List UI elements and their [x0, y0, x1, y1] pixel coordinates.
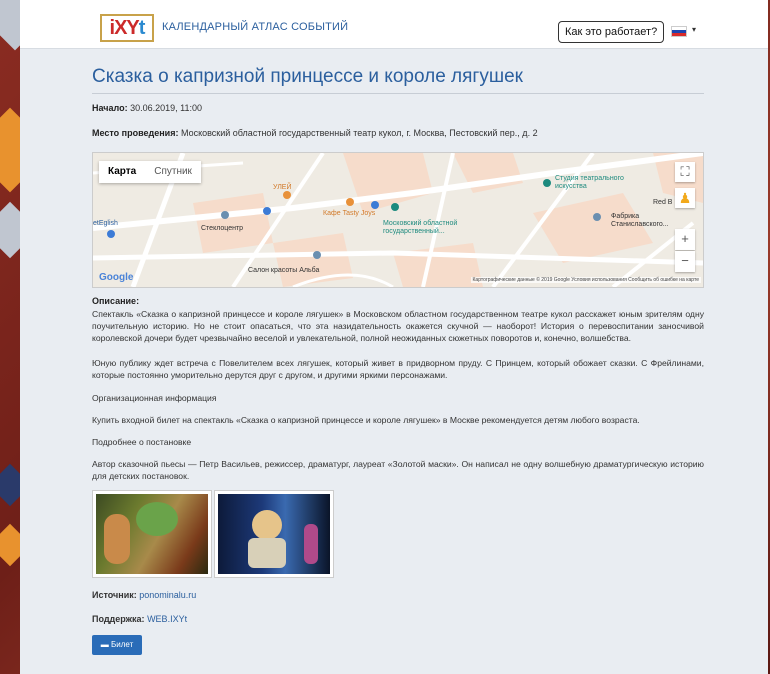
page-container: iXYt КАЛЕНДАРНЫЙ АТЛАС СОБЫТИЙ Как это р… — [20, 0, 768, 674]
ticket-button[interactable]: ▬ Билет — [92, 635, 142, 655]
photo-frog-king — [96, 494, 208, 574]
chevron-down-icon[interactable]: ▾ — [692, 25, 696, 34]
description-paragraph: Подробнее о постановке — [92, 437, 192, 447]
description-paragraph: Юную публику ждет встреча с Повелителем … — [92, 358, 704, 380]
description-paragraph: Организационная информация — [92, 393, 217, 403]
map-pin-icon[interactable] — [107, 230, 115, 238]
how-it-works-button[interactable]: Как это работает? — [558, 21, 665, 43]
map-pin-icon[interactable] — [543, 179, 551, 187]
support-label: Поддержка: — [92, 614, 145, 624]
map-pin-icon[interactable] — [391, 203, 399, 211]
map-label-english: etEglish — [93, 220, 118, 227]
logo-text: iXY — [109, 17, 140, 39]
map-type-tabs: Карта Спутник — [99, 161, 201, 183]
map-pin-icon[interactable] — [346, 198, 354, 206]
description-paragraph: Автор сказочной пьесы — Петр Васильев, р… — [92, 459, 704, 481]
description-paragraph: Спектакль «Сказка о капризной принцессе … — [92, 309, 704, 343]
site-header: iXYt КАЛЕНДАРНЫЙ АТЛАС СОБЫТИЙ Как это р… — [20, 0, 768, 49]
zoom-out-button[interactable]: − — [675, 251, 695, 272]
map-attribution[interactable]: Картографические данные © 2019 Google Ус… — [470, 277, 701, 283]
logo-text-suffix: t — [138, 17, 146, 39]
description-paragraph: Купить входной билет на спектакль «Сказк… — [92, 415, 640, 425]
map-label-cafe: Кафе Tasty Joys — [323, 210, 376, 217]
fullscreen-icon[interactable]: ⛶ — [675, 162, 695, 182]
map-label-uley: УЛЕЙ — [273, 184, 292, 191]
site-logo[interactable]: iXYt — [100, 14, 154, 42]
source-label: Источник: — [92, 590, 137, 600]
zoom-in-button[interactable]: + — [675, 229, 695, 250]
support-link[interactable]: WEB.IXYt — [147, 614, 187, 624]
venue-value: Московский областной государственный теа… — [180, 128, 538, 138]
source-row: Источник: ponominalu.ru — [92, 590, 196, 600]
description-heading: Описание: — [92, 296, 140, 306]
map-pin-icon[interactable] — [593, 213, 601, 221]
site-title[interactable]: КАЛЕНДАРНЫЙ АТЛАС СОБЫТИЙ — [162, 21, 348, 33]
event-venue: Место проведения: Московский областной г… — [92, 128, 538, 138]
map-label-studio: Студия театрального искусства — [555, 175, 624, 190]
map-pin-icon[interactable] — [283, 191, 291, 199]
start-value: 30.06.2019, 11:00 — [130, 103, 203, 113]
map-pin-icon[interactable] — [221, 211, 229, 219]
map-label-redb: Red B — [653, 199, 673, 206]
tab-map[interactable]: Карта — [99, 161, 145, 183]
support-row: Поддержка: WEB.IXYt — [92, 614, 187, 624]
pegman-icon[interactable]: ♟ — [675, 188, 695, 208]
map-pin-icon[interactable] — [371, 201, 379, 209]
ticket-label: Билет — [111, 640, 134, 649]
event-start: Начало: 30.06.2019, 11:00 — [92, 103, 202, 113]
map-pin-icon[interactable] — [263, 207, 271, 215]
photo-prince — [218, 494, 330, 574]
event-title: Сказка о капризной принцессе и короле ля… — [92, 66, 523, 87]
map-label-fabrika: Фабрика Станиславского... — [611, 213, 669, 228]
map-label-salon: Салон красоты Альба — [248, 267, 320, 274]
tab-satellite[interactable]: Спутник — [145, 161, 201, 183]
ticket-icon: ▬ — [100, 640, 109, 649]
event-photo[interactable] — [92, 490, 212, 578]
map-label-theatre: Московский областной государственный... — [383, 220, 458, 235]
divider — [92, 93, 704, 94]
map-label-steklo: Стеклоцентр — [201, 225, 244, 232]
event-photo[interactable] — [214, 490, 334, 578]
start-label: Начало: — [92, 103, 128, 113]
source-link[interactable]: ponominalu.ru — [139, 590, 196, 600]
google-logo: Google — [99, 272, 134, 283]
ru-flag-icon[interactable] — [671, 26, 687, 37]
venue-label: Место проведения: — [92, 128, 179, 138]
map-pin-icon[interactable] — [313, 251, 321, 259]
event-map[interactable]: Карта Спутник ⛶ ♟ + − Студия театральног… — [92, 152, 704, 288]
